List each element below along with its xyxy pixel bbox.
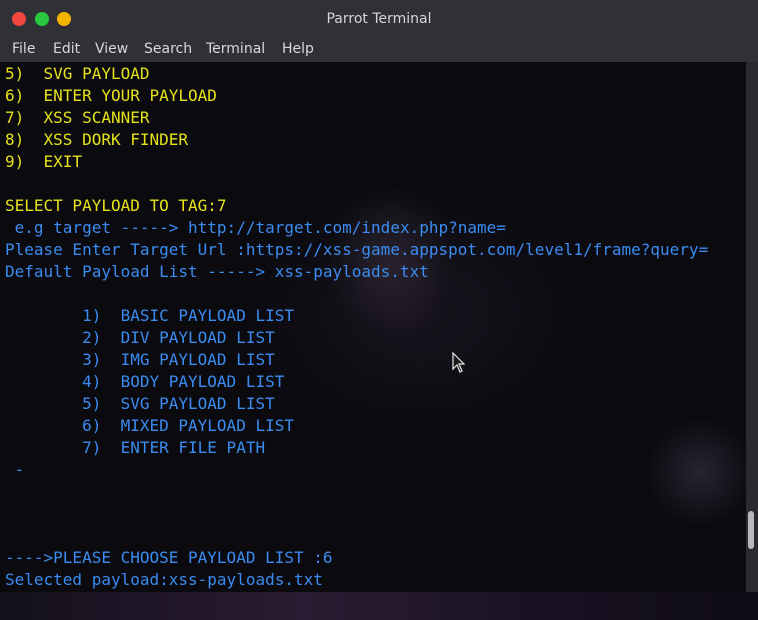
terminal-line: Default Payload List -----> xss-payloads… (5, 262, 429, 281)
terminal-line: ---->PLEASE CHOOSE PAYLOAD LIST :6 (5, 548, 333, 567)
terminal-line: Please Enter Target Url :https://xss-gam… (5, 240, 709, 259)
terminal-output[interactable]: 5) SVG PAYLOAD 6) ENTER YOUR PAYLOAD 7) … (0, 62, 746, 592)
terminal-line: 4) BODY PAYLOAD LIST (5, 372, 285, 391)
menu-bar: File Edit View Search Terminal Help (0, 38, 758, 62)
terminal-line: - (5, 460, 25, 479)
menu-help[interactable]: Help (282, 41, 314, 57)
terminal-line: Selected payload:xss-payloads.txt (5, 570, 323, 589)
terminal-line: 6) MIXED PAYLOAD LIST (5, 416, 294, 435)
desktop-background (0, 592, 758, 620)
terminal-line: 2) DIV PAYLOAD LIST (5, 328, 275, 347)
terminal-line: e.g target -----> http://target.com/inde… (5, 218, 506, 237)
menu-terminal[interactable]: Terminal (206, 41, 265, 57)
title-bar: Parrot Terminal (0, 0, 758, 38)
mouse-pointer-icon (452, 352, 466, 373)
terminal-line: 9) EXIT (5, 152, 83, 171)
terminal-line: 7) XSS SCANNER (5, 108, 150, 127)
window-title: Parrot Terminal (326, 11, 432, 27)
terminal-line: 5) SVG PAYLOAD (5, 64, 150, 83)
terminal-line: 8) XSS DORK FINDER (5, 130, 189, 149)
terminal-line: SELECT PAYLOAD TO TAG:7 (5, 196, 227, 215)
menu-view[interactable]: View (95, 41, 128, 57)
screen: Parrot Terminal File Edit View Search Te… (0, 0, 758, 620)
menu-file[interactable]: File (12, 41, 35, 57)
terminal-line: 1) BASIC PAYLOAD LIST (5, 306, 294, 325)
scrollbar-thumb[interactable] (748, 511, 754, 549)
menu-edit[interactable]: Edit (53, 41, 80, 57)
terminal-line: 5) SVG PAYLOAD LIST (5, 394, 275, 413)
terminal-line: 6) ENTER YOUR PAYLOAD (5, 86, 217, 105)
menu-search[interactable]: Search (144, 41, 192, 57)
terminal-line: 7) ENTER FILE PATH (5, 438, 266, 457)
terminal-line: 3) IMG PAYLOAD LIST (5, 350, 275, 369)
